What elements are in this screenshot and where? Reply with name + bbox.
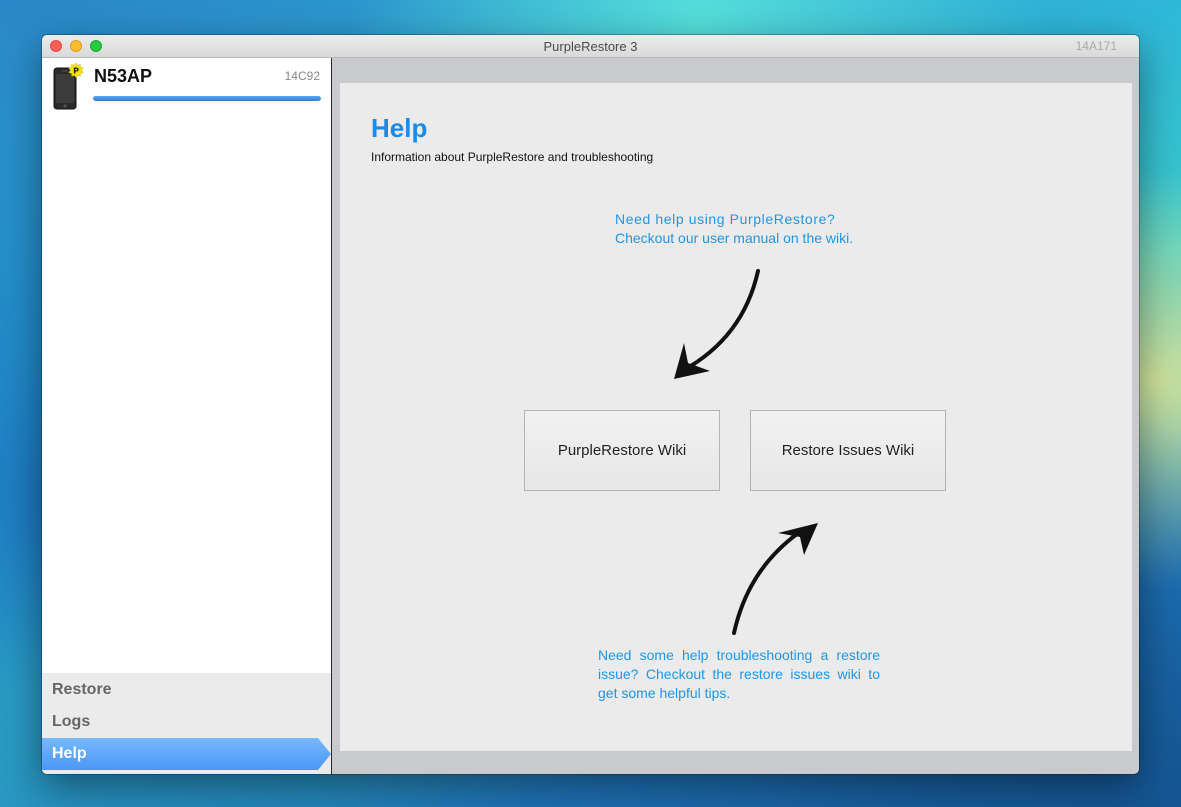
purplerestore-wiki-button[interactable]: PurpleRestore Wiki [524,410,720,491]
sidebar-item-label: Logs [52,713,91,730]
manual-hint-line-2: Checkout our user manual on the wiki. [615,230,854,246]
badge-letter: P [73,67,79,76]
sidebar: P N53AP 14C92 Restore Logs Help [42,58,332,774]
page-title: Help [371,113,428,143]
device-name: N53AP [94,66,153,86]
sidebar-item-restore[interactable]: Restore [42,674,331,706]
window-title: PurpleRestore 3 [543,39,638,54]
title-bar[interactable]: PurpleRestore 3 14A171 [42,35,1139,58]
host-build-label: 14A171 [1075,39,1117,53]
manual-hint-line-1: Need help using PurpleRestore? [615,211,836,227]
device-list-item[interactable]: P N53AP 14C92 [42,58,331,114]
sidebar-item-label: Help [52,745,87,762]
purple-p-badge-icon: P [68,63,84,79]
device-progress-bar [93,96,321,101]
app-window: PurpleRestore 3 14A171 P N53AP 14C92 Res… [42,35,1139,774]
help-panel: Help Information about PurpleRestore and… [340,83,1132,751]
sidebar-item-label: Restore [52,681,112,698]
page-subtitle: Information about PurpleRestore and trou… [371,150,654,164]
device-progress-fill [93,96,321,101]
restore-issues-hint-text: Need some help troubleshooting a restore… [598,647,880,701]
device-build: 14C92 [284,69,320,83]
curved-arrow-down-left-icon [674,269,760,379]
restore-issues-wiki-button[interactable]: Restore Issues Wiki [750,410,946,491]
curved-arrow-up-right-icon [732,523,818,635]
sidebar-item-logs[interactable]: Logs [42,706,331,738]
manual-hint-text: Need help using PurpleRestore? Checkout … [615,210,915,248]
sidebar-item-help[interactable]: Help [42,738,331,770]
sidebar-nav: Restore Logs Help [42,673,331,774]
